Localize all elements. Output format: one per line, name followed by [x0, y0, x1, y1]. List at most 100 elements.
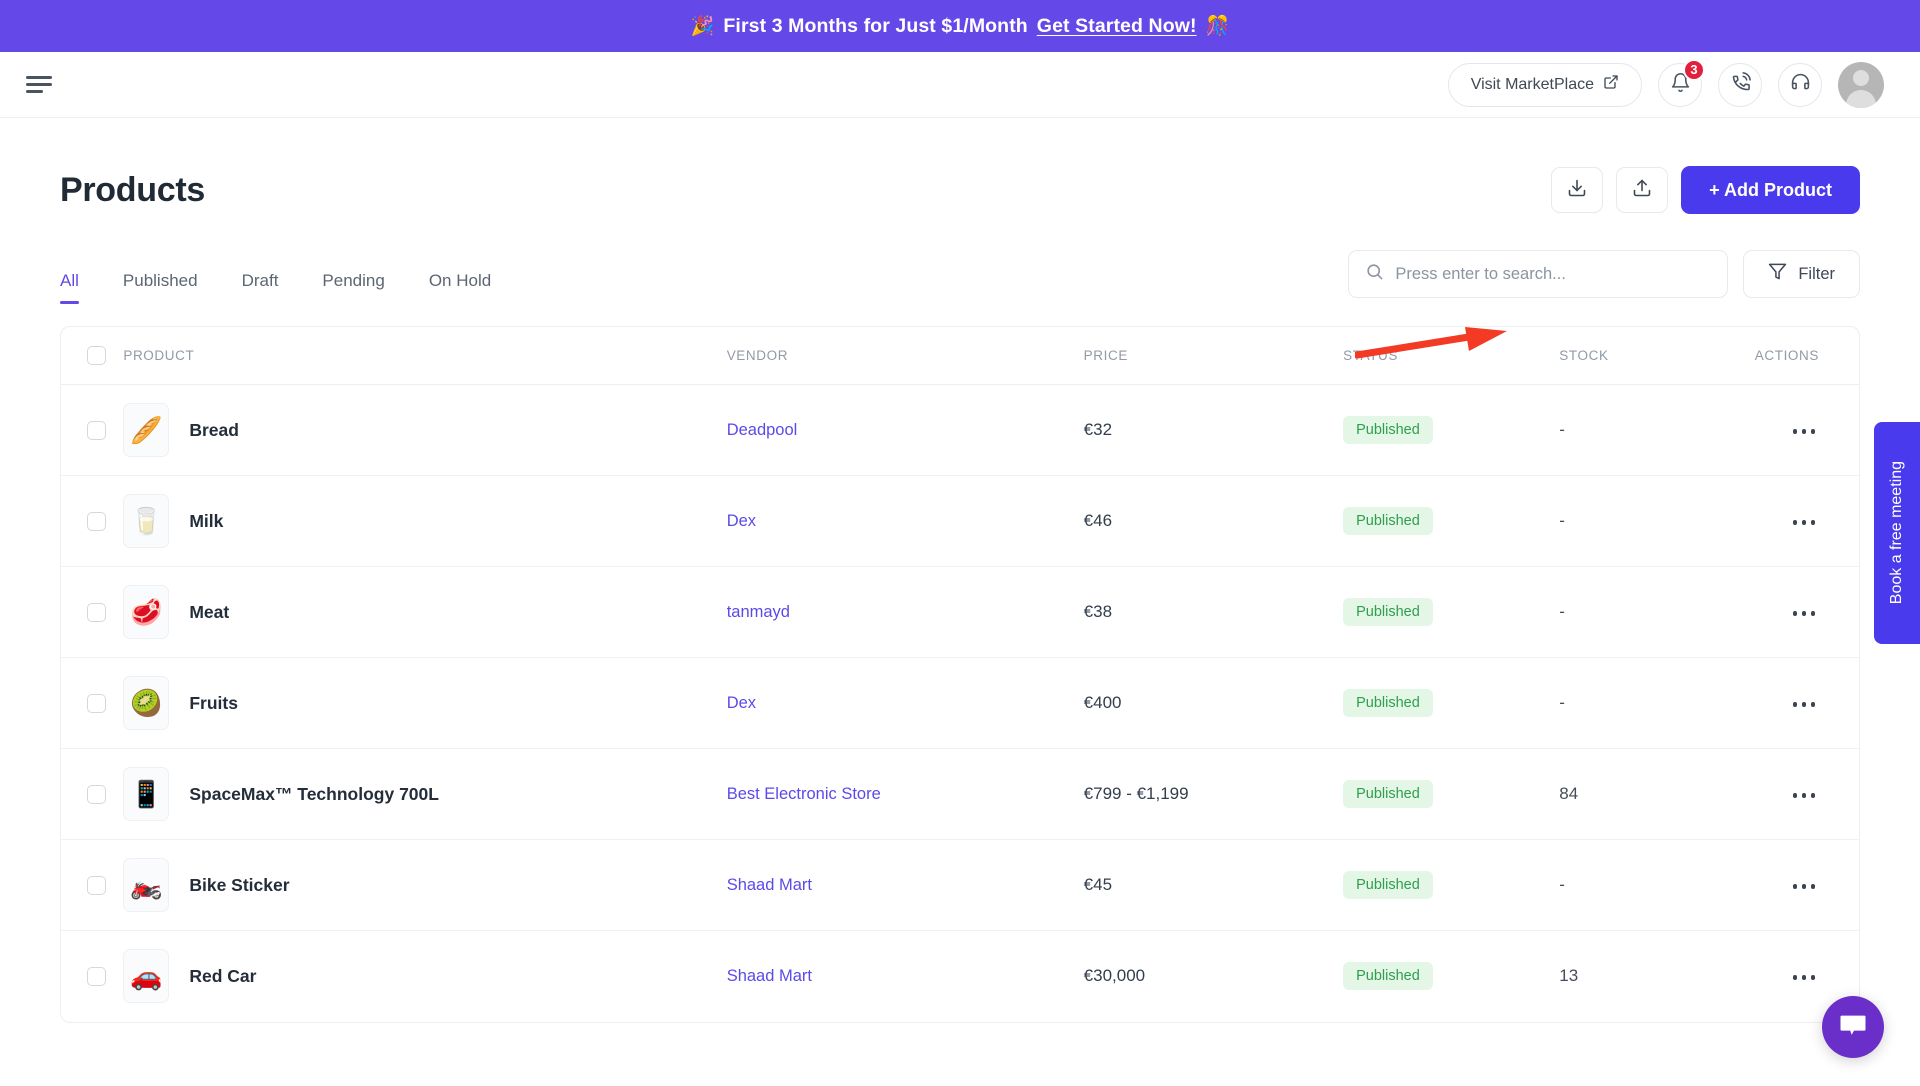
headset-icon [1790, 72, 1811, 98]
row-checkbox[interactable] [87, 602, 106, 622]
product-thumbnail: 🥝 [123, 676, 170, 730]
vendor-link[interactable]: Deadpool [727, 421, 798, 439]
row-checkbox[interactable] [87, 511, 106, 531]
vendor-link[interactable]: Dex [727, 512, 756, 530]
hamburger-icon[interactable] [26, 75, 52, 95]
stock-cell: - [1559, 475, 1739, 567]
product-cell: 🥛 Milk [123, 475, 727, 567]
filter-button[interactable]: Filter [1743, 250, 1860, 298]
tab-published[interactable]: Published [123, 271, 198, 304]
tabs-and-search-row: All Published Draft Pending On Hold Pres… [60, 250, 1860, 304]
column-header-vendor[interactable]: VENDOR [726, 327, 1084, 385]
column-header-product[interactable]: PRODUCT [123, 327, 727, 385]
call-button[interactable] [1718, 62, 1762, 107]
products-table-card: PRODUCT VENDOR PRICE STATUS STOCK ACTION… [60, 326, 1860, 1023]
table-row: 🥖 Bread Deadpool €32 Published - [61, 384, 1859, 476]
status-cell: Published [1343, 384, 1560, 476]
product-thumbnail: 🏍️ [123, 858, 170, 912]
row-checkbox[interactable] [87, 420, 106, 440]
notifications-button[interactable]: 3 [1658, 58, 1705, 107]
product-price: €799 - €1,199 [1083, 784, 1189, 803]
book-meeting-tab[interactable]: Book a free meeting [1874, 422, 1920, 644]
table-row: 🚗 Red Car Shaad Mart €30,000 Published 1… [61, 931, 1859, 1022]
tab-pending[interactable]: Pending [322, 271, 384, 304]
vendor-link[interactable]: Shaad Mart [727, 967, 812, 985]
price-cell: €32 [1083, 384, 1344, 476]
status-cell: Published [1343, 475, 1560, 567]
top-bar: Visit MarketPlace 3 [0, 52, 1920, 118]
row-select-cell [61, 839, 124, 931]
table-header-row: PRODUCT VENDOR PRICE STATUS STOCK ACTION… [61, 327, 1859, 385]
row-actions-menu-icon[interactable] [1789, 694, 1820, 715]
row-actions-menu-icon[interactable] [1789, 421, 1820, 442]
page-header: Products + Add Product [60, 118, 1860, 214]
price-cell: €46 [1083, 475, 1344, 567]
vendor-cell: Dex [726, 475, 1084, 567]
tab-draft[interactable]: Draft [242, 271, 279, 304]
row-checkbox[interactable] [87, 966, 106, 986]
upload-icon [1632, 178, 1652, 203]
stock-cell: 84 [1559, 748, 1739, 840]
table-row: 🥩 Meat tanmayd €38 Published - [61, 566, 1859, 658]
search-input[interactable] [1395, 264, 1712, 284]
download-button[interactable] [1551, 167, 1604, 213]
row-checkbox[interactable] [87, 693, 106, 713]
product-cell: 🥖 Bread [123, 384, 727, 476]
select-all-checkbox[interactable] [87, 346, 106, 365]
support-button[interactable] [1778, 62, 1822, 107]
product-cell: 🏍️ Bike Sticker [123, 839, 727, 931]
product-name: Bike Sticker [189, 874, 290, 895]
product-name: Milk [189, 510, 224, 531]
row-select-cell [61, 384, 124, 476]
row-actions-menu-icon[interactable] [1789, 512, 1820, 533]
row-actions-menu-icon[interactable] [1789, 967, 1820, 988]
product-name: Red Car [189, 965, 257, 986]
product-cell: 🥩 Meat [123, 566, 727, 658]
book-meeting-label: Book a free meeting [1888, 461, 1905, 605]
stock-value: - [1559, 511, 1565, 530]
status-badge: Published [1343, 598, 1433, 626]
table-row: 🥛 Milk Dex €46 Published - [61, 475, 1859, 567]
stock-value: 13 [1559, 966, 1579, 986]
external-link-icon [1603, 74, 1619, 95]
column-header-stock[interactable]: STOCK [1559, 327, 1739, 385]
row-checkbox[interactable] [87, 784, 106, 804]
search-and-filter: Filter [1348, 250, 1860, 304]
actions-cell [1738, 839, 1859, 931]
tab-on-hold[interactable]: On Hold [429, 271, 491, 304]
status-badge: Published [1343, 871, 1433, 899]
product-name: Bread [189, 419, 239, 440]
add-product-button[interactable]: + Add Product [1681, 166, 1860, 214]
upload-button[interactable] [1616, 167, 1669, 213]
row-actions-menu-icon[interactable] [1789, 785, 1820, 806]
search-box[interactable] [1348, 250, 1729, 298]
column-header-status[interactable]: STATUS [1343, 327, 1560, 385]
vendor-link[interactable]: tanmayd [727, 603, 790, 621]
actions-cell [1738, 657, 1859, 749]
tab-all[interactable]: All [60, 271, 79, 304]
product-thumbnail: 📱 [123, 767, 170, 821]
product-price: €38 [1083, 602, 1113, 621]
row-checkbox[interactable] [87, 875, 106, 895]
select-all-header [61, 327, 124, 385]
vendor-cell: Shaad Mart [726, 839, 1084, 931]
chat-widget-button[interactable] [1822, 996, 1884, 1058]
avatar[interactable] [1838, 61, 1884, 108]
row-actions-menu-icon[interactable] [1789, 603, 1820, 624]
vendor-link[interactable]: Shaad Mart [727, 876, 812, 894]
promo-banner: 🎉 First 3 Months for Just $1/Month Get S… [0, 0, 1920, 52]
row-select-cell [61, 657, 124, 749]
get-started-link[interactable]: Get Started Now! [1037, 15, 1197, 38]
notification-count-badge: 3 [1683, 58, 1705, 81]
visit-marketplace-button[interactable]: Visit MarketPlace [1447, 62, 1642, 107]
product-price: €400 [1083, 693, 1122, 712]
vendor-link[interactable]: Best Electronic Store [727, 785, 881, 803]
row-actions-menu-icon[interactable] [1789, 876, 1820, 897]
product-price: €30,000 [1083, 966, 1146, 986]
confetti-ball-icon: 🎊 [1205, 16, 1230, 37]
column-header-price[interactable]: PRICE [1083, 327, 1344, 385]
status-badge: Published [1343, 962, 1433, 991]
vendor-link[interactable]: Dex [727, 694, 756, 712]
promo-text: First 3 Months for Just $1/Month [723, 14, 1028, 37]
top-bar-actions: Visit MarketPlace 3 [1447, 58, 1884, 108]
